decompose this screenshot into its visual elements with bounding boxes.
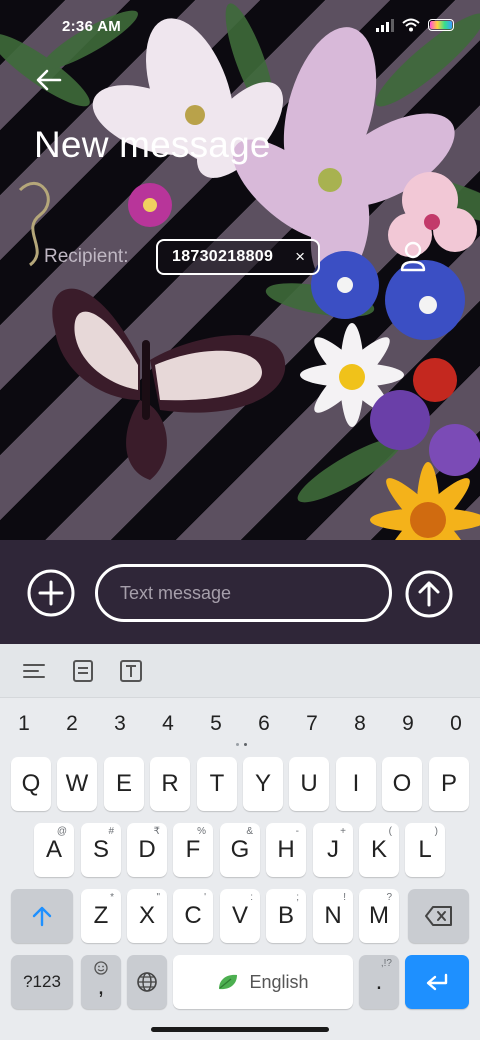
select-contact-button[interactable]	[390, 238, 436, 278]
key-t[interactable]: T	[197, 757, 237, 811]
attach-button[interactable]	[26, 568, 76, 618]
arrow-up-circle-icon	[405, 570, 453, 618]
status-time: 2:36 AM	[62, 18, 122, 35]
key-n[interactable]: ! N	[313, 889, 353, 943]
key-p[interactable]: P	[429, 757, 469, 811]
recipient-label: Recipient:	[44, 246, 129, 267]
shift-key[interactable]	[11, 889, 73, 943]
status-icons	[376, 18, 454, 32]
status-bar: 2:36 AM	[0, 0, 480, 56]
key-f[interactable]: % F	[173, 823, 213, 877]
key-l[interactable]: ) L	[405, 823, 445, 877]
key-h[interactable]: -H	[266, 823, 306, 877]
clipboard-icon[interactable]	[70, 658, 96, 684]
key-c[interactable]: ' C	[173, 889, 213, 943]
keyboard-toolbar	[0, 644, 480, 698]
recipient-chip[interactable]: 18730218809 ×	[156, 239, 320, 275]
recipient-number: 18730218809	[172, 248, 274, 265]
comma-key[interactable]: ,	[81, 955, 121, 1009]
person-icon	[400, 241, 426, 272]
message-input[interactable]	[95, 564, 392, 622]
key-j[interactable]: + J	[313, 823, 353, 877]
key-m[interactable]: ? M	[359, 889, 399, 943]
key-8[interactable]: 8	[345, 712, 375, 736]
key-9[interactable]: 9	[393, 712, 423, 736]
backspace-key[interactable]	[408, 889, 469, 943]
key-y[interactable]: Y	[243, 757, 283, 811]
number-row: 1 2 3 4 5 6 7 8 9 0	[0, 700, 480, 748]
text-box-icon[interactable]	[118, 658, 144, 684]
menu-lines-icon[interactable]	[21, 658, 47, 684]
period-key[interactable]: ,!? .	[359, 955, 399, 1009]
key-2[interactable]: 2	[57, 712, 87, 736]
enter-key[interactable]	[405, 955, 469, 1009]
back-button[interactable]	[32, 64, 66, 96]
emoji-icon	[94, 961, 108, 975]
key-i[interactable]: I	[336, 757, 376, 811]
key-0[interactable]: 0	[441, 712, 471, 736]
key-v[interactable]: :V	[220, 889, 260, 943]
key-b[interactable]: ; B	[266, 889, 306, 943]
page-indicator	[236, 743, 247, 746]
key-o[interactable]: O	[382, 757, 422, 811]
key-g[interactable]: & G	[220, 823, 260, 877]
page-title: New message	[34, 124, 271, 165]
backspace-icon	[424, 906, 452, 926]
key-q[interactable]: Q	[11, 757, 51, 811]
key-x[interactable]: " X	[127, 889, 167, 943]
home-indicator[interactable]	[151, 1027, 329, 1032]
key-a[interactable]: @ A	[34, 823, 74, 877]
key-7[interactable]: 7	[297, 712, 327, 736]
globe-icon	[137, 972, 157, 992]
key-w[interactable]: W	[57, 757, 97, 811]
shift-arrow-icon	[32, 906, 52, 927]
key-d[interactable]: ₹ D	[127, 823, 167, 877]
key-u[interactable]: U	[289, 757, 329, 811]
signal-icon	[376, 18, 394, 32]
symbols-key[interactable]: ?123	[11, 955, 73, 1009]
remove-recipient-button[interactable]: ×	[295, 248, 305, 266]
key-r[interactable]: R	[150, 757, 190, 811]
language-key[interactable]	[127, 955, 167, 1009]
key-3[interactable]: 3	[105, 712, 135, 736]
key-s[interactable]: # S	[81, 823, 121, 877]
key-e[interactable]: E	[104, 757, 144, 811]
enter-icon	[426, 973, 448, 991]
key-1[interactable]: 1	[9, 712, 39, 736]
key-4[interactable]: 4	[153, 712, 183, 736]
arrow-left-icon	[36, 69, 62, 91]
key-z[interactable]: * Z	[81, 889, 121, 943]
battery-icon	[428, 19, 454, 31]
space-key[interactable]: English	[173, 955, 353, 1009]
keyboard: 1 2 3 4 5 6 7 8 9 0 Q W E R T Y U I O P …	[0, 644, 480, 1040]
key-6[interactable]: 6	[249, 712, 279, 736]
key-k[interactable]: (K	[359, 823, 399, 877]
leaf-icon	[219, 974, 238, 990]
key-5[interactable]: 5	[201, 712, 231, 736]
plus-circle-icon	[27, 569, 75, 617]
send-button[interactable]	[404, 569, 454, 619]
wifi-icon	[402, 18, 420, 32]
